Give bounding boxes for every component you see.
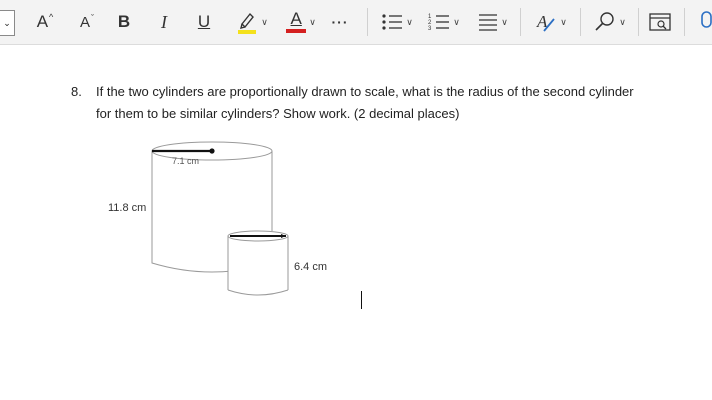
cylinders-diagram: 7.1 cm 11.8 cm 6.4 cm (108, 141, 327, 296)
cylinders-figure: 7.1 cm 11.8 cm 6.4 cm (100, 135, 340, 310)
chevron-down-icon: ⌄ (3, 17, 11, 28)
shrink-font-icon: Aˇ (79, 13, 94, 31)
numbering-icon: 1 2 3 (428, 14, 450, 32)
shrink-font-button[interactable]: Aˇ (76, 9, 98, 35)
toolbar-divider (367, 8, 368, 36)
search-icon (595, 12, 614, 31)
grow-font-button[interactable]: A^ (34, 9, 56, 35)
bold-button[interactable]: B (114, 9, 134, 35)
chevron-down-icon: ∨ (261, 16, 268, 27)
toolbar-divider (580, 8, 581, 36)
chevron-down-icon: ∨ (560, 16, 567, 27)
large-height-label: 11.8 cm (108, 202, 146, 214)
font-size-dropdown[interactable]: ⌄ (0, 10, 15, 36)
align-icon (479, 14, 498, 31)
highlighter-icon (238, 12, 257, 34)
underline-button[interactable]: U (195, 9, 213, 35)
dictate-button[interactable] (700, 10, 712, 41)
text-cursor (361, 291, 362, 309)
numbering-button[interactable]: 1 2 3 ∨ (425, 9, 463, 35)
font-color-icon: A (286, 10, 307, 33)
more-icon: ··· (331, 14, 349, 30)
styles-icon: A (536, 12, 555, 32)
bullets-icon (382, 14, 403, 30)
search-button[interactable]: ∨ (591, 9, 629, 35)
styles-button[interactable]: A ∨ (532, 9, 570, 35)
chevron-down-icon: ∨ (309, 16, 316, 27)
question-text-line-1: If the two cylinders are proportionally … (96, 84, 634, 99)
align-button[interactable]: ∨ (474, 9, 512, 35)
chevron-down-icon: ∨ (453, 16, 460, 27)
question-text-line-2: for them to be similar cylinders? Show w… (96, 106, 460, 121)
font-color-button[interactable]: A ∨ (282, 9, 320, 35)
ribbon-toolbar: ⌄ A^ Aˇ B I U ∨ A ∨ ··· ∨ 1 2 3 ∨ ∨ A ∨ … (0, 0, 712, 45)
toolbar-divider (684, 8, 685, 36)
large-radius-label: 7.1 cm (172, 156, 199, 166)
immersive-reader-button[interactable] (648, 9, 672, 35)
highlight-button[interactable]: ∨ (232, 9, 272, 35)
immersive-reader-icon (649, 13, 671, 31)
chevron-down-icon: ∨ (406, 16, 413, 27)
question-number: 8. (71, 84, 82, 99)
bullets-button[interactable]: ∨ (378, 9, 416, 35)
chevron-down-icon: ∨ (501, 16, 508, 27)
more-options-button[interactable]: ··· (328, 9, 352, 35)
italic-button[interactable]: I (155, 9, 173, 35)
chevron-down-icon: ∨ (619, 16, 626, 27)
toolbar-divider (638, 8, 639, 36)
small-height-label: 6.4 cm (294, 261, 327, 273)
grow-font-icon: A^ (36, 12, 54, 31)
dictate-icon (701, 11, 712, 28)
toolbar-divider (520, 8, 521, 36)
svg-text:3: 3 (428, 26, 432, 32)
